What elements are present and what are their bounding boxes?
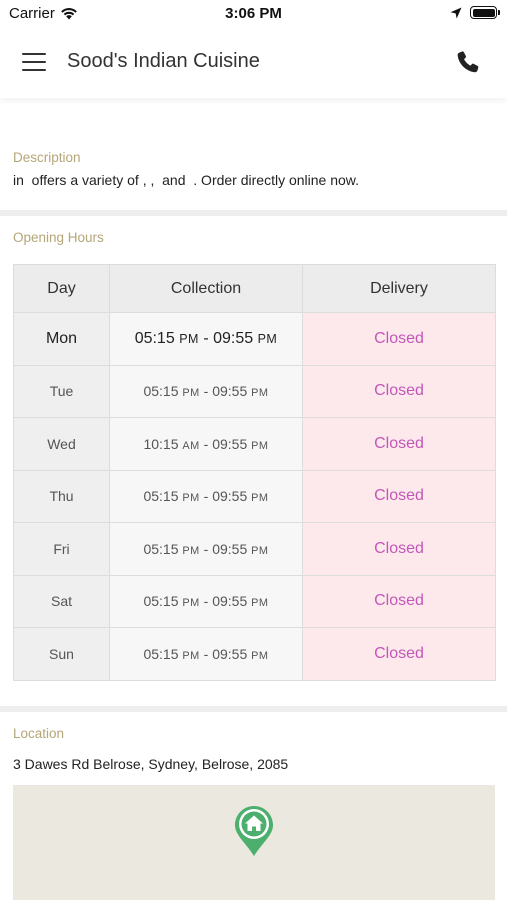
day-cell: Mon [13, 312, 110, 366]
day-cell: Sat [13, 574, 110, 628]
delivery-cell: Closed [302, 627, 496, 681]
opening-hours-table: Day Collection Delivery Mon 05:15 PM - 0… [13, 264, 496, 681]
delivery-cell: Closed [302, 574, 496, 628]
section-divider [0, 706, 507, 712]
description-text: in offers a variety of , , and . Order d… [13, 172, 360, 188]
description-label: Description [13, 150, 81, 165]
status-time: 3:06 PM [225, 5, 282, 22]
status-right [450, 6, 500, 19]
location-label: Location [13, 726, 65, 741]
table-header-row: Day Collection Delivery [13, 264, 496, 313]
table-row: Sun 05:15 PM - 09:55 PM Closed [13, 627, 496, 681]
day-cell: Sun [13, 627, 110, 681]
collection-cell: 05:15 PM - 09:55 PM [109, 469, 303, 523]
location-map[interactable] [13, 785, 495, 900]
app-header: Sood's Indian Cuisine [0, 28, 507, 98]
column-header-delivery: Delivery [302, 264, 496, 313]
day-cell: Wed [13, 417, 110, 471]
location-address: 3 Dawes Rd Belrose, Sydney, Belrose, 208… [13, 756, 289, 772]
day-cell: Tue [13, 364, 110, 418]
table-row: Mon 05:15 PM - 09:55 PM Closed [13, 312, 496, 366]
delivery-cell: Closed [302, 312, 496, 366]
column-header-collection: Collection [109, 264, 303, 313]
status-bar: Carrier 3:06 PM [0, 0, 507, 28]
day-cell: Thu [13, 469, 110, 523]
table-row: Sat 05:15 PM - 09:55 PM Closed [13, 574, 496, 628]
delivery-cell: Closed [302, 469, 496, 523]
collection-cell: 05:15 PM - 09:55 PM [109, 522, 303, 576]
day-cell: Fri [13, 522, 110, 576]
battery-level [472, 8, 495, 17]
column-header-day: Day [13, 264, 110, 313]
delivery-cell: Closed [302, 522, 496, 576]
table-row: Wed 10:15 AM - 09:55 PM Closed [13, 417, 496, 471]
collection-cell: 05:15 PM - 09:55 PM [109, 627, 303, 681]
home-map-pin-icon[interactable] [233, 804, 275, 858]
opening-hours-label: Opening Hours [13, 230, 104, 245]
collection-cell: 10:15 AM - 09:55 PM [109, 417, 303, 471]
table-row: Fri 05:15 PM - 09:55 PM Closed [13, 522, 496, 576]
location-arrow-icon [450, 7, 462, 18]
section-divider [0, 210, 507, 216]
delivery-cell: Closed [302, 417, 496, 471]
page-title: Sood's Indian Cuisine [67, 50, 260, 72]
collection-cell: 05:15 PM - 09:55 PM [109, 364, 303, 418]
delivery-cell: Closed [302, 364, 496, 418]
collection-cell: 05:15 PM - 09:55 PM [109, 312, 303, 366]
table-row: Thu 05:15 PM - 09:55 PM Closed [13, 469, 496, 523]
table-row: Tue 05:15 PM - 09:55 PM Closed [13, 364, 496, 418]
phone-icon[interactable] [455, 49, 481, 75]
battery-icon [470, 6, 500, 19]
collection-cell: 05:15 PM - 09:55 PM [109, 574, 303, 628]
hamburger-menu-icon[interactable] [20, 50, 48, 74]
